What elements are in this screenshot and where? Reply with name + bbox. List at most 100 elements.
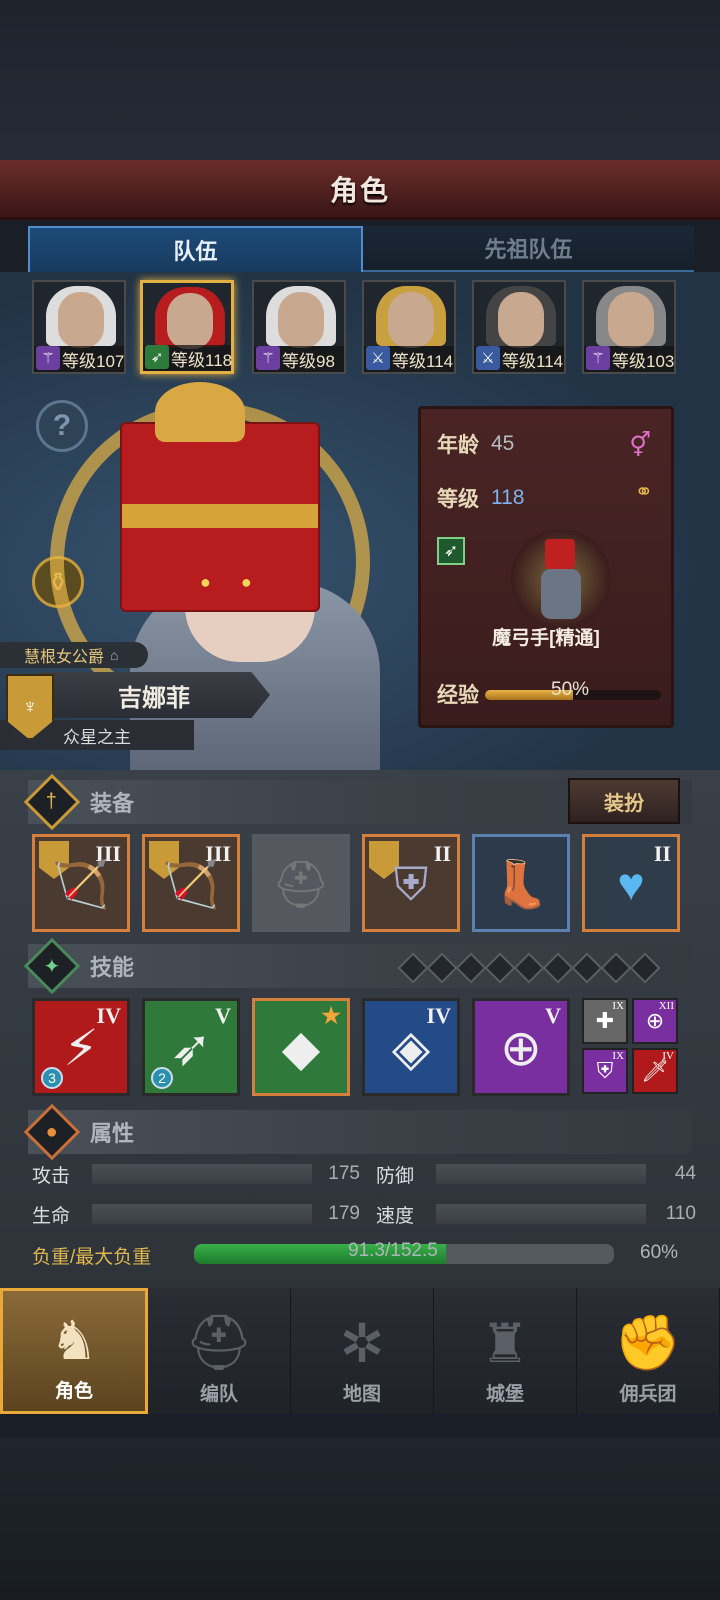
equipment-slot-armor[interactable]: II ⛨ [362,834,460,932]
skill-slot[interactable]: V ⊕ [472,998,570,1096]
character-name[interactable]: 吉娜菲 [38,672,270,718]
defense-label: 防御 [376,1165,415,1187]
nav-label: 城堡 [485,1384,524,1405]
skill-point-diamond [513,952,545,984]
nav-castle[interactable]: ♜ 城堡 [434,1288,577,1414]
nav-label: 地图 [342,1384,381,1405]
boots-icon: 👢 [492,858,550,910]
skill-point-diamond [629,952,661,984]
nav-character[interactable]: ♞ 角色 [0,1288,148,1414]
target-spear-icon: ⊕ [500,1020,542,1076]
speed-stat: 速度 110 [376,1202,696,1227]
bow-weapon-icon: 🏹 [162,858,220,910]
hero-card-selected[interactable]: 等级118 ➶ [140,280,234,374]
nav-formation[interactable]: ⛑ 编队 [148,1288,291,1414]
exp-label: 经验 [437,684,479,707]
passive-skill-slot[interactable]: IX ✚ [582,998,628,1044]
passive-skill-slot[interactable]: IX ⛨ [582,1048,628,1094]
nav-label: 编队 [199,1384,238,1405]
hero-card[interactable]: 等级103 ⚚ [582,280,676,374]
character-info-panel: 年龄 45 ⚥ 等级 118 ⚭ ➶ 魔弓手[精通] 经验 50% [418,406,674,728]
skill-point-diamond [571,952,603,984]
attributes-header: ● 属性 [23,1103,692,1161]
help-button[interactable]: ? [36,400,88,452]
shield-icon: ⛨ [596,1058,614,1083]
female-icon: ⚥ [629,432,651,459]
skill-point-diamond [455,952,487,984]
skill-point-diamonds [397,952,661,984]
nav-label: 角色 [54,1381,93,1402]
helmet-icon: ⛑ [184,1313,254,1373]
skill-slot[interactable]: IV ⚡ 3 [32,998,130,1096]
equipment-title: 装备 [90,791,135,816]
tier-label: IX [612,1050,624,1062]
class-name: 魔弓手[精通] [492,628,600,649]
tab-ancestor-team[interactable]: 先祖队伍 [363,226,694,272]
hp-label: 生命 [32,1205,71,1227]
hero-face [167,293,213,349]
top-background [0,0,720,160]
exp-row: 经验 [437,679,491,709]
equipment-slot-boots[interactable]: 👢 [472,834,570,932]
age-value: 45 [491,432,515,455]
glowing-eyes: ●● [200,572,282,592]
castle-icon: ♜ [480,1314,530,1374]
attack-label: 攻击 [32,1165,71,1187]
passive-skill-slot[interactable]: IV 🗡 [632,1048,678,1094]
hero-card[interactable]: 等级114 ⚔ [362,280,456,374]
skill-slot[interactable]: V ➶ 2 [142,998,240,1096]
attack-stat: 攻击 175 [32,1162,360,1187]
bow-class-icon[interactable]: ➶ [437,537,465,565]
skill-count-badge: 2 [151,1067,173,1089]
nav-map[interactable]: ✲ 地图 [291,1288,434,1414]
hero-card[interactable]: 等级107 ⚚ [32,280,126,374]
nav-mercenaries[interactable]: ✊ 佣兵团 [577,1288,720,1414]
skill-count-badge: 3 [41,1067,63,1089]
ring-icon[interactable]: ⚭ [635,479,653,505]
skill-slot[interactable]: IV ◈ [362,998,460,1096]
skill-point-diamond [542,952,574,984]
equipment-slot-helmet[interactable]: ⛑ [252,834,350,932]
attributes-title: 属性 [90,1121,135,1146]
tier-label: IX [612,1000,624,1012]
knight-icon: ♞ [49,1311,99,1371]
age-row: 年龄 45 [437,429,514,459]
question-icon: ? [52,409,72,442]
character-title[interactable]: 慧根女公爵 ⌂ [0,642,149,668]
compass-icon: ✲ [339,1314,385,1374]
character-title-text: 慧根女公爵 [24,649,105,666]
hero-card[interactable]: 等级114 ⚔ [472,280,566,374]
character-nameplate: 慧根女公爵 ⌂ 吉娜菲 众星之主 ♆ [0,642,280,752]
tier-label: IV [662,1050,674,1062]
age-label: 年龄 [437,434,479,457]
character-mini-sprite [511,529,611,629]
skill-point-diamond [397,952,429,984]
hp-stat: 生命 179 [32,1202,360,1227]
ribbon-bow [155,382,245,442]
crystal-sword-icon: ◈ [391,1020,431,1076]
equipment-slot-weapon-1[interactable]: III 🏹 [32,834,130,932]
level-label: 等级 [437,488,479,511]
equipment-slot-weapon-2[interactable]: III 🏹 [142,834,240,932]
details-panel: † 装备 装扮 III 🏹 III 🏹 ⛑ II ⛨ 👢 II ♥ ✦ 技能 I… [0,770,720,1288]
tab-team[interactable]: 队伍 [28,226,363,272]
staff-icon: ⚚ [36,346,60,370]
bottom-navigation: ♞ 角色 ⛑ 编队 ✲ 地图 ♜ 城堡 ✊ 佣兵团 [0,1288,720,1414]
passive-skill-slot[interactable]: XII ⊕ [632,998,678,1044]
screen-header: 角色 [0,160,720,220]
dress-up-button[interactable]: 装扮 [568,778,680,824]
hero-card[interactable]: 等级98 ⚚ [252,280,346,374]
hp-bar [92,1204,312,1224]
staff-icon: ⚚ [586,346,610,370]
team-tabs: 队伍 先祖队伍 [28,226,694,272]
load-label: 负重/最大负重 [32,1247,152,1268]
exp-percent: 50% [551,679,590,700]
skill-slot[interactable]: ★ ◆ [252,998,350,1096]
speed-bar [436,1204,646,1224]
equipment-slot-amulet[interactable]: II ♥ [582,834,680,932]
hero-face [608,292,654,348]
speed-value: 110 [665,1203,696,1224]
load-percent: 60% [640,1242,679,1263]
armor-icon: ⛨ [393,858,429,910]
upgrade-icon: ⌂ [110,647,119,663]
